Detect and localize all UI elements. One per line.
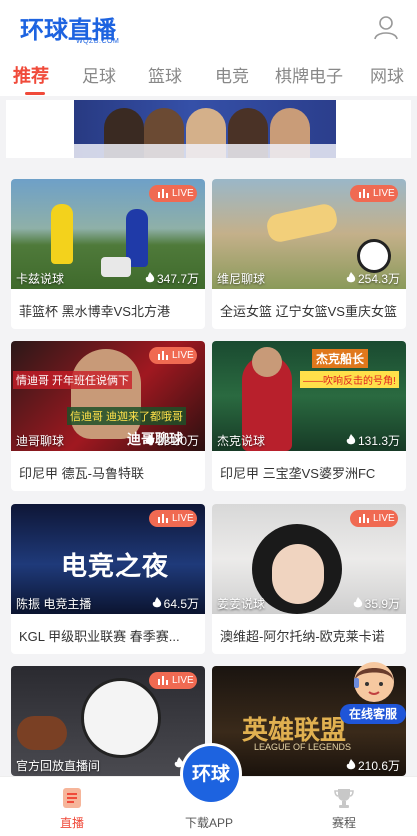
live-badge-label: LIVE xyxy=(172,350,194,361)
nav-live-label: 直播 xyxy=(59,816,84,830)
flame-icon xyxy=(145,272,155,283)
heat-value: 231.0万 xyxy=(156,434,199,448)
flame-icon xyxy=(346,434,356,445)
app-logo[interactable]: 环球直播 WQZB.COM xyxy=(20,10,140,46)
tab-football[interactable]: 足球 xyxy=(82,62,116,87)
signal-bars-icon xyxy=(158,514,168,523)
download-app-logo-button[interactable]: 环球 xyxy=(180,743,242,805)
heat-count: 131.3万 xyxy=(346,432,400,449)
tab-chess-electronic[interactable]: 棋牌电子 xyxy=(275,62,343,87)
live-list-icon xyxy=(63,788,81,808)
anchor-name: 卡兹说球 xyxy=(16,272,65,286)
thumbnail-caption: ——吹响反击的号角! xyxy=(300,371,399,388)
heat-value: 347.7万 xyxy=(156,272,199,286)
nav-download-label: 下载APP xyxy=(184,816,233,830)
match-title: 印尼甲 德瓦-马鲁特联 xyxy=(19,466,144,481)
heat-count: 210.6万 xyxy=(346,757,400,774)
signal-bars-icon xyxy=(158,189,168,198)
anchor-name: 杰克说球 xyxy=(217,434,266,448)
live-badge-label: LIVE xyxy=(172,188,194,199)
heat-value: 64.5万 xyxy=(163,597,199,611)
live-card[interactable]: LIVE 官方回放直播间 31 xyxy=(11,666,205,776)
heat-count: 35.9万 xyxy=(353,595,400,612)
live-badge: LIVE xyxy=(350,510,398,527)
signal-bars-icon xyxy=(158,351,168,360)
live-badge-label: LIVE xyxy=(373,513,395,524)
match-title: 印尼甲 三宝垄VS婆罗洲FC xyxy=(220,466,376,481)
signal-bars-icon xyxy=(359,189,369,198)
signal-bars-icon xyxy=(359,514,369,523)
heat-value: 131.3万 xyxy=(357,434,400,448)
heat-count: 347.7万 xyxy=(145,270,199,287)
live-card[interactable]: LIVE 姜姜说球 35.9万 澳维超-阿尔托纳-欧克莱卡诺 xyxy=(212,504,406,654)
thumbnail-caption: 信迪哥 迪迦来了都哦哥 xyxy=(67,407,187,425)
center-logo-text: 环球 xyxy=(183,746,239,802)
customer-service-label: 在线客服 xyxy=(340,704,406,724)
heat-count: 231.0万 xyxy=(145,432,199,449)
heat-value: 210.6万 xyxy=(357,759,400,773)
customer-service-button[interactable]: 在线客服 xyxy=(338,658,408,724)
promo-banner[interactable] xyxy=(74,100,336,158)
heat-value: 254.3万 xyxy=(357,272,400,286)
anchor-name: 姜姜说球 xyxy=(217,597,266,611)
live-card[interactable]: 电竞之夜 LIVE 陈振 电竞主播 64.5万 KGL 甲级职业联赛 春季赛..… xyxy=(11,504,205,654)
trophy-icon xyxy=(334,789,354,808)
banner-container xyxy=(6,100,411,158)
live-badge-label: LIVE xyxy=(172,675,194,686)
heat-count: 64.5万 xyxy=(152,595,199,612)
tab-basketball[interactable]: 篮球 xyxy=(148,62,182,87)
nav-schedule[interactable]: 赛程 xyxy=(304,777,384,836)
live-card[interactable]: 杰克船长 ——吹响反击的号角! 杰克说球 131.3万 印尼甲 三宝垄VS婆罗洲… xyxy=(212,341,406,491)
anchor-name: 官方回放直播间 xyxy=(16,759,101,773)
match-title: 澳维超-阿尔托纳-欧克莱卡诺 xyxy=(220,629,385,644)
user-icon[interactable] xyxy=(373,14,399,40)
thumbnail-caption: 情迪哥 开年班任说俩下 xyxy=(13,371,133,389)
anchor-name: 迪哥聊球 xyxy=(16,434,65,448)
thumbnail-caption: 电竞之夜 xyxy=(61,551,170,581)
heat-value: 35.9万 xyxy=(364,597,400,611)
flame-icon xyxy=(346,759,356,770)
live-badge: LIVE xyxy=(350,185,398,202)
customer-service-avatar-icon xyxy=(354,662,394,702)
live-card[interactable]: LIVE 卡兹说球 347.7万 菲篮杯 黑水博幸VS北方港 xyxy=(11,179,205,329)
thumbnail-caption: LEAGUE OF LEGENDS xyxy=(254,742,352,752)
flame-icon xyxy=(145,434,155,445)
match-title: 全运女篮 辽宁女篮VS重庆女篮 xyxy=(220,304,397,319)
nav-live[interactable]: 直播 xyxy=(32,777,112,836)
signal-bars-icon xyxy=(158,676,168,685)
nav-schedule-label: 赛程 xyxy=(331,816,356,830)
anchor-name: 陈振 电竞主播 xyxy=(16,597,92,611)
live-card[interactable]: LIVE 维尼聊球 254.3万 全运女篮 辽宁女篮VS重庆女篮 xyxy=(212,179,406,329)
category-tabs: 推荐 足球 篮球 电竞 棋牌电子 网球 xyxy=(0,54,417,96)
live-badge: LIVE xyxy=(149,672,197,689)
tab-esports[interactable]: 电竞 xyxy=(215,62,249,87)
anchor-name: 维尼聊球 xyxy=(217,272,266,286)
tab-tennis[interactable]: 网球 xyxy=(370,62,404,87)
tab-recommend[interactable]: 推荐 xyxy=(13,62,49,88)
live-badge: LIVE xyxy=(149,185,197,202)
flame-icon xyxy=(346,272,356,283)
live-badge-label: LIVE xyxy=(373,188,395,199)
logo-subtext: WQZB.COM xyxy=(76,38,120,45)
active-tab-indicator xyxy=(25,92,45,95)
match-title: KGL 甲级职业联赛 春季赛... xyxy=(19,629,180,644)
live-badge: LIVE xyxy=(149,347,197,364)
flame-icon xyxy=(353,597,362,608)
live-badge-label: LIVE xyxy=(172,513,194,524)
match-title: 菲篮杯 黑水博幸VS北方港 xyxy=(19,304,170,319)
app-header: 环球直播 WQZB.COM xyxy=(0,0,417,54)
thumbnail-caption: 杰克船长 xyxy=(312,349,369,368)
flame-icon xyxy=(152,597,161,608)
live-card[interactable]: 情迪哥 开年班任说俩下 信迪哥 迪迦来了都哦哥 迪哥聊球 LIVE 迪哥聊球 2… xyxy=(11,341,205,491)
live-badge: LIVE xyxy=(149,510,197,527)
heat-count: 254.3万 xyxy=(346,270,400,287)
